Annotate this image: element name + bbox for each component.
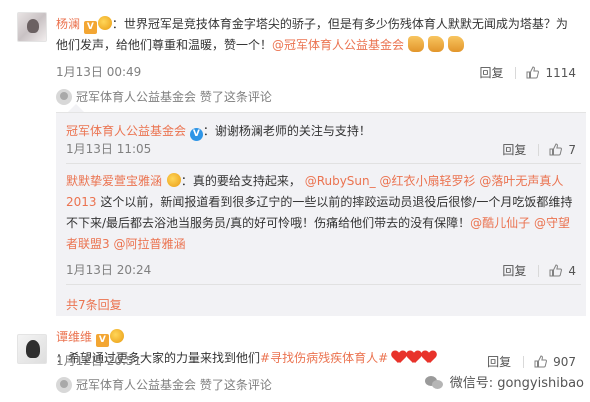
reply-date: 1月13日 11:05 [66,142,152,156]
comment-actions: 回复 907 [487,353,576,370]
expand-replies-link[interactable]: 共7条回复 [66,296,122,313]
divider [515,66,517,79]
reply-text: ：谢谢杨澜老师的关注与支持！ [202,124,371,138]
mention-link[interactable]: @酷儿仙子 [470,216,530,230]
wechat-watermark: 微信号: gongyishibao [424,372,584,391]
liked-by-text: 冠军体育人公益基金会 赞了这条评论 [76,90,272,104]
comment-date: 1月12日 20:51 [56,354,142,368]
like-count: 907 [553,354,576,369]
like-count: 7 [568,142,576,157]
avatar[interactable] [17,12,47,42]
reply-date: 1月13日 20:24 [66,263,152,277]
reply-text: ：真的要给支持起来， [180,174,301,188]
comment-author[interactable]: 谭维维 [56,330,92,344]
thumbs-up-emoji-icon [428,36,445,52]
reply-button[interactable]: 回复 [479,64,503,81]
liked-by-text: 冠军体育人公益基金会 赞了这条评论 [76,378,272,392]
comment-item: 杨澜 V ：世界冠军是竞技体育金字塔尖的骄子，但是有多少伤残体育人默默无闻成为塔基… [0,0,590,115]
like-count: 4 [568,263,576,278]
medal-icon [97,16,112,30]
like-icon[interactable] [534,355,548,368]
reply-body: 冠军体育人公益基金会 V ：谢谢杨澜老师的关注与支持！ [66,122,581,141]
comment-date: 1月13日 00:49 [56,65,142,79]
heart-emoji-icon [392,351,406,364]
verified-badge-icon: V [83,21,97,34]
liker-avatar [56,88,72,105]
divider [66,163,581,164]
comment-actions: 回复 1114 [479,64,576,81]
reply-body: 默默挚爱萱宝雅涵 ：真的要给支持起来， @RubySun_ @红衣小扇轻罗衫 @… [66,171,581,255]
divider [523,355,525,368]
mention-link[interactable]: @RubySun_ [305,174,376,188]
mention-link[interactable]: @阿拉普雅涵 [113,237,185,251]
reply-actions: 回复 4 [502,262,576,279]
reply-actions: 回复 7 [502,141,576,158]
like-count: 1114 [545,65,576,80]
reply-author[interactable]: 冠军体育人公益基金会 [66,124,186,138]
divider [538,264,540,277]
like-icon[interactable] [549,264,563,277]
divider [66,284,581,285]
like-icon[interactable] [549,143,563,156]
avatar[interactable] [17,334,47,364]
thumbs-up-emoji-icon [448,36,465,52]
reply-button[interactable]: 回复 [502,262,526,279]
medal-icon [109,329,124,343]
topic-link[interactable]: #寻找伤病残疾体育人# [260,351,388,365]
medal-icon [166,173,181,187]
wechat-icon [424,374,445,390]
comment-author[interactable]: 杨澜 [56,17,80,31]
reply-button[interactable]: 回复 [487,353,511,370]
mention-link[interactable]: @冠军体育人公益基金会 [272,38,404,52]
verified-badge-icon: V [95,334,109,347]
heart-emoji-icon [407,351,421,364]
mention-link[interactable]: @红衣小扇轻罗衫 [379,174,475,188]
liked-by-row: 冠军体育人公益基金会 赞了这条评论 [56,376,272,393]
thumbs-up-emoji-icon [408,36,425,52]
verified-badge-icon: V [189,128,203,141]
reply-button[interactable]: 回复 [502,141,526,158]
reply-panel-arrow [68,104,84,112]
like-icon[interactable] [526,66,540,79]
comment-body: 杨澜 V ：世界冠军是竞技体育金字塔尖的骄子，但是有多少伤残体育人默默无闻成为塔基… [56,14,576,56]
liker-avatar [56,376,72,393]
liked-by-row: 冠军体育人公益基金会 赞了这条评论 [56,88,272,105]
watermark-text: 微信号: gongyishibao [449,376,584,391]
divider [538,143,540,156]
heart-emoji-icon [422,351,436,364]
reply-author[interactable]: 默默挚爱萱宝雅涵 [66,174,162,188]
